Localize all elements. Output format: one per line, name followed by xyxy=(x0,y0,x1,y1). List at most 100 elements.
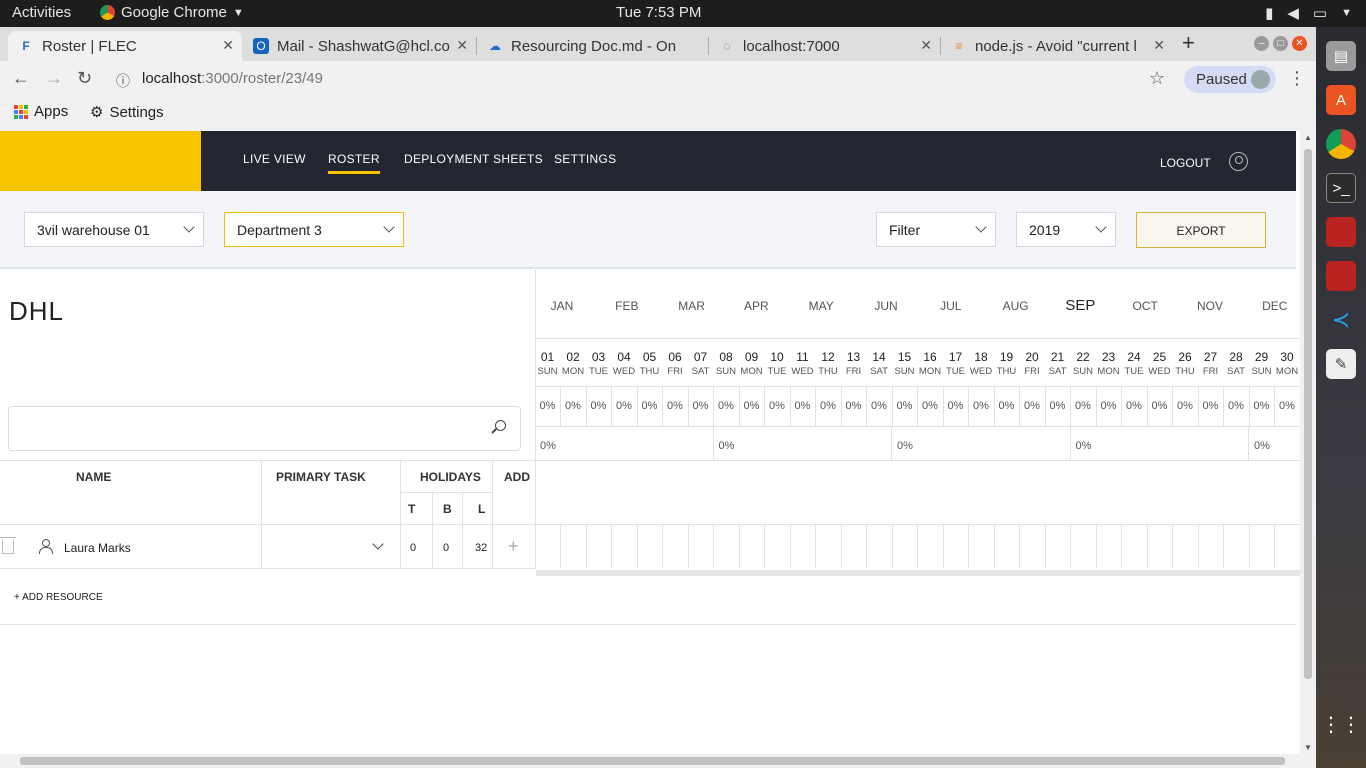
month-feb[interactable]: FEB xyxy=(612,299,642,313)
warehouse-select[interactable]: 3vil warehouse 01 xyxy=(24,212,204,247)
files-icon[interactable]: ▤ xyxy=(1326,41,1356,71)
day-cell[interactable] xyxy=(1146,524,1148,568)
user-icon[interactable] xyxy=(1229,152,1248,171)
day-cell[interactable] xyxy=(917,524,918,568)
maximize-button[interactable]: □ xyxy=(1273,36,1288,51)
day-cell[interactable] xyxy=(1172,524,1173,568)
minimize-button[interactable]: – xyxy=(1254,36,1269,51)
day-cell[interactable] xyxy=(1197,524,1199,568)
day-cell[interactable] xyxy=(993,524,995,568)
reload-button[interactable]: ↻ xyxy=(77,68,92,89)
search-input[interactable] xyxy=(8,406,521,451)
month-oct[interactable]: OCT xyxy=(1130,299,1160,313)
day-cell[interactable] xyxy=(1044,524,1046,568)
month-nov[interactable]: NOV xyxy=(1195,299,1225,313)
bookmark-apps[interactable]: Apps xyxy=(14,103,68,120)
tab-stackoverflow[interactable]: ≡ node.js - Avoid "current l ✕ xyxy=(941,31,1173,61)
app-icon[interactable] xyxy=(1326,261,1356,291)
nav-settings[interactable]: SETTINGS xyxy=(554,152,616,166)
day-cell[interactable] xyxy=(764,524,765,568)
day-cell[interactable] xyxy=(662,524,663,568)
day-cell[interactable] xyxy=(1095,524,1097,568)
app-icon[interactable] xyxy=(1326,217,1356,247)
app-menu[interactable]: Google Chrome ▼ xyxy=(100,4,244,21)
search-icon[interactable] xyxy=(495,420,506,431)
horizontal-scrollbar[interactable] xyxy=(0,754,1316,768)
day-cell[interactable] xyxy=(1070,524,1071,568)
trash-icon[interactable] xyxy=(0,537,16,554)
address-input[interactable]: localhost:3000/roster/23/49 xyxy=(142,70,323,87)
day-cell[interactable] xyxy=(560,524,561,568)
day-cell[interactable] xyxy=(891,524,893,568)
scroll-down-icon[interactable]: ▼ xyxy=(1304,743,1312,752)
back-button[interactable]: ← xyxy=(12,68,30,89)
month-jan[interactable]: JAN xyxy=(547,299,577,313)
year-select[interactable]: 2019 xyxy=(1016,212,1116,247)
primary-task-dropdown[interactable] xyxy=(372,538,384,550)
day-cell[interactable] xyxy=(1248,524,1250,568)
vertical-scrollbar[interactable]: ▲ ▼ xyxy=(1300,131,1316,754)
browser-menu-icon[interactable]: ⋮ xyxy=(1288,68,1306,89)
software-center-icon[interactable]: A xyxy=(1326,85,1356,115)
day-cell[interactable] xyxy=(687,524,689,568)
close-window-button[interactable]: ✕ xyxy=(1292,36,1307,51)
day-cell[interactable] xyxy=(840,524,842,568)
day-cell[interactable] xyxy=(789,524,791,568)
new-tab-button[interactable]: + xyxy=(1182,30,1195,56)
tab-localhost[interactable]: ◌ localhost:7000 ✕ xyxy=(709,31,940,61)
day-cell[interactable] xyxy=(611,524,612,568)
nav-live-view[interactable]: LIVE VIEW xyxy=(243,152,306,166)
clock[interactable]: Tue 7:53 PM xyxy=(616,4,701,21)
activities-button[interactable]: Activities xyxy=(12,4,71,21)
day-cell[interactable] xyxy=(942,524,944,568)
day-cell[interactable] xyxy=(585,524,587,568)
show-apps-icon[interactable]: ⋮⋮ xyxy=(1321,709,1361,739)
day-cell[interactable] xyxy=(1223,524,1224,568)
month-aug[interactable]: AUG xyxy=(1001,299,1031,313)
month-mar[interactable]: MAR xyxy=(677,299,707,313)
close-icon[interactable]: ✕ xyxy=(920,37,932,54)
day-cell[interactable] xyxy=(1121,524,1122,568)
forward-button[interactable]: → xyxy=(45,68,63,89)
nav-deployment-sheets[interactable]: DEPLOYMENT SHEETS xyxy=(404,152,543,166)
day-cell[interactable] xyxy=(1274,524,1275,568)
close-icon[interactable]: ✕ xyxy=(456,37,468,54)
scroll-up-icon[interactable]: ▲ xyxy=(1304,133,1312,142)
day-cell[interactable] xyxy=(866,524,867,568)
vscode-icon[interactable]: ≺ xyxy=(1326,305,1356,335)
grid-scrollbar[interactable] xyxy=(536,570,1300,576)
system-tray[interactable]: ▮ ◀ ▭ ▼ xyxy=(1265,4,1352,22)
filter-select[interactable]: Filter xyxy=(876,212,996,247)
logo[interactable] xyxy=(0,131,201,191)
month-apr[interactable]: APR xyxy=(741,299,771,313)
tab-mail[interactable]: O Mail - ShashwatG@hcl.co ✕ xyxy=(243,31,476,61)
month-jun[interactable]: JUN xyxy=(871,299,901,313)
department-select[interactable]: Department 3 xyxy=(224,212,404,247)
terminal-icon[interactable]: >_ xyxy=(1326,173,1356,203)
day-cell[interactable] xyxy=(1019,524,1020,568)
month-jul[interactable]: JUL xyxy=(936,299,966,313)
day-cell[interactable] xyxy=(636,524,638,568)
profile-button[interactable]: Paused xyxy=(1184,66,1276,93)
month-dec[interactable]: DEC xyxy=(1260,299,1290,313)
export-button[interactable]: EXPORT xyxy=(1136,212,1266,248)
add-resource-link[interactable]: + ADD RESOURCE xyxy=(14,592,103,603)
day-cell[interactable] xyxy=(713,524,714,568)
day-cell[interactable] xyxy=(968,524,969,568)
scroll-thumb[interactable] xyxy=(1304,149,1312,679)
logout-link[interactable]: LOGOUT xyxy=(1160,156,1211,170)
add-icon[interactable]: + xyxy=(508,536,519,557)
bookmark-settings[interactable]: ⚙ Settings xyxy=(90,103,164,122)
scroll-thumb[interactable] xyxy=(20,757,1285,765)
tab-roster[interactable]: F Roster | FLEC ✕ xyxy=(8,31,242,61)
bookmark-star-icon[interactable]: ☆ xyxy=(1149,68,1165,89)
tab-onedrive[interactable]: ☁ Resourcing Doc.md - On xyxy=(477,31,708,61)
text-editor-icon[interactable]: ✎ xyxy=(1326,349,1356,379)
info-icon[interactable]: ⓘ xyxy=(116,71,130,91)
chrome-dock-icon[interactable] xyxy=(1326,129,1356,159)
nav-roster[interactable]: ROSTER xyxy=(328,152,380,174)
month-may[interactable]: MAY xyxy=(806,299,836,313)
day-cell[interactable] xyxy=(815,524,816,568)
day-cell[interactable] xyxy=(738,524,740,568)
close-icon[interactable]: ✕ xyxy=(222,37,234,54)
